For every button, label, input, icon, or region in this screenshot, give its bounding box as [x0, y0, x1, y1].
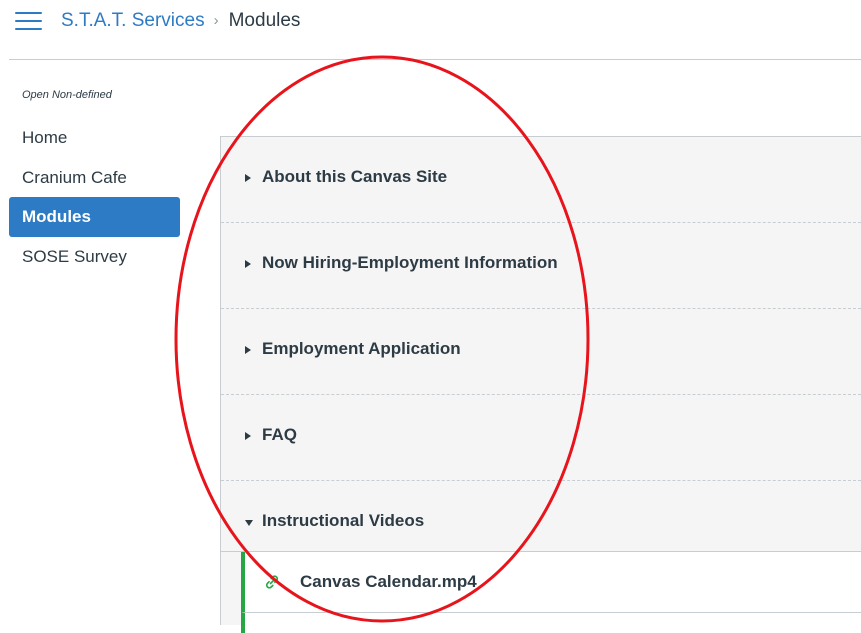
course-status-label: Open Non-defined	[22, 89, 112, 101]
module-header[interactable]: Now Hiring-Employment Information	[221, 223, 861, 309]
nav-item-sose-survey[interactable]: SOSE Survey	[9, 237, 180, 277]
hamburger-menu-icon[interactable]	[15, 10, 43, 32]
breadcrumb-separator-icon: ›	[213, 12, 219, 29]
module-title: Employment Application	[262, 339, 461, 358]
module-title: FAQ	[262, 425, 297, 444]
caret-down-icon	[245, 520, 253, 526]
breadcrumb: S.T.A.T. Services › Modules	[61, 8, 300, 35]
course-navigation: Home Cranium Cafe Modules SOSE Survey	[9, 118, 180, 276]
nav-item-modules[interactable]: Modules	[9, 197, 180, 237]
module-header-expanded[interactable]: Instructional Videos	[221, 481, 861, 552]
module-header[interactable]: About this Canvas Site	[221, 137, 861, 223]
module-title: Now Hiring-Employment Information	[262, 253, 558, 272]
module-header[interactable]: FAQ	[221, 395, 861, 481]
module-title: About this Canvas Site	[262, 167, 448, 186]
link-icon	[265, 575, 279, 589]
header-divider	[9, 59, 861, 60]
module-header[interactable]: Employment Application	[221, 309, 861, 395]
breadcrumb-current-page: Modules	[228, 10, 301, 31]
module-item[interactable]	[241, 613, 861, 633]
caret-right-icon	[245, 346, 251, 354]
nav-item-home[interactable]: Home	[9, 118, 180, 158]
module-title: Instructional Videos	[262, 511, 425, 530]
caret-right-icon	[245, 260, 251, 268]
breadcrumb-course-link[interactable]: S.T.A.T. Services	[61, 10, 205, 31]
caret-right-icon	[245, 432, 251, 440]
modules-list: About this Canvas Site Now Hiring-Employ…	[220, 136, 861, 633]
caret-right-icon	[245, 174, 251, 182]
module-item[interactable]: Canvas Calendar.mp4	[241, 552, 861, 613]
nav-item-cranium-cafe[interactable]: Cranium Cafe	[9, 158, 180, 198]
top-bar: S.T.A.T. Services › Modules	[0, 0, 861, 60]
module-item-title: Canvas Calendar.mp4	[300, 572, 477, 591]
